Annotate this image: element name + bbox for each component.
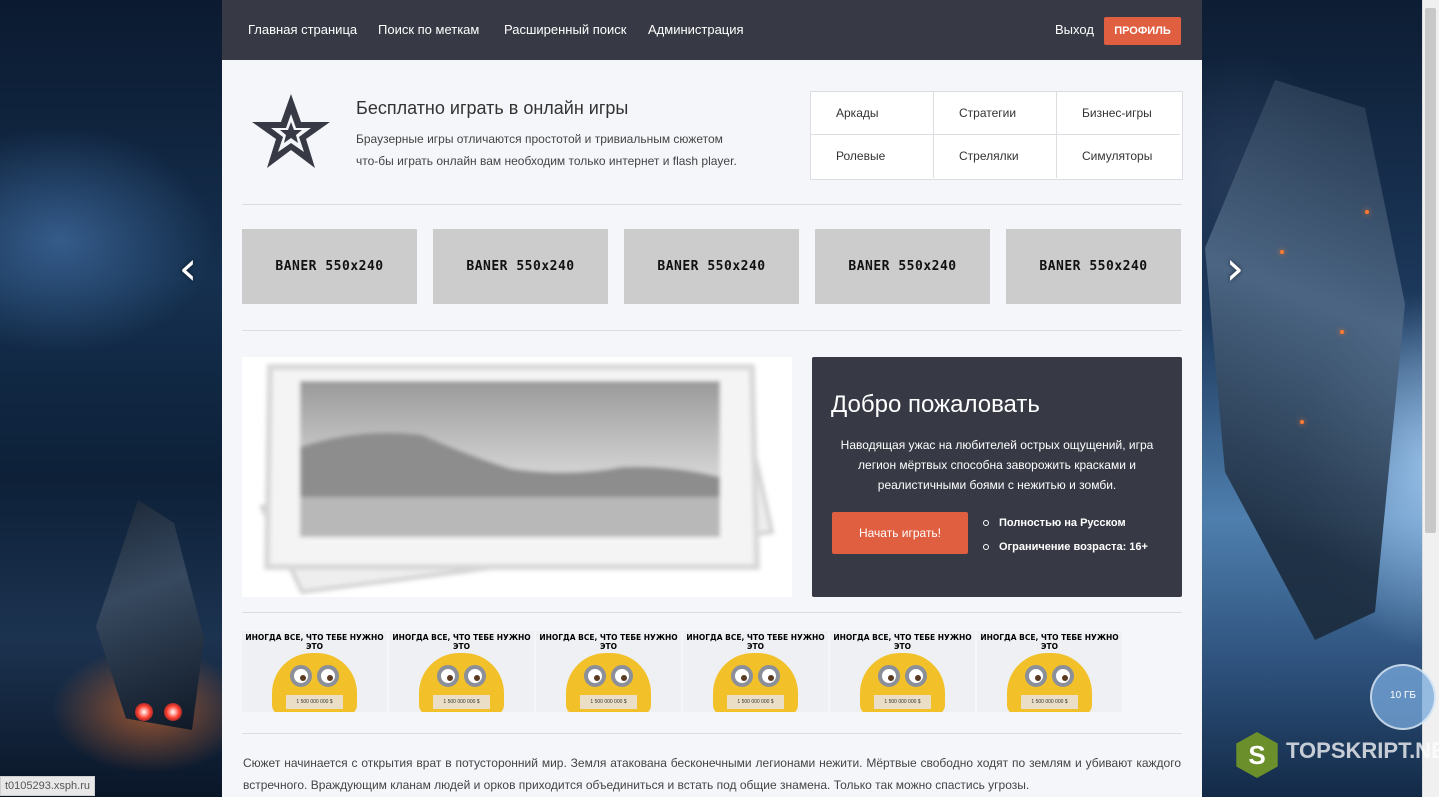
thumbnail[interactable]: ИНОГДА ВСЕ, ЧТО ТЕБЕ НУЖНО ЭТО 1 500 000 … bbox=[977, 631, 1122, 712]
thumbnail-caption: ИНОГДА ВСЕ, ЧТО ТЕБЕ НУЖНО ЭТО bbox=[245, 633, 384, 651]
thumbnail[interactable]: ИНОГДА ВСЕ, ЧТО ТЕБЕ НУЖНО ЭТО 1 500 000 … bbox=[389, 631, 534, 712]
goggle bbox=[731, 665, 753, 687]
minion-icon: 1 500 000 000 $ bbox=[419, 653, 504, 712]
minion-icon: 1 500 000 000 $ bbox=[713, 653, 798, 712]
banner[interactable]: BANER 550x240 bbox=[1006, 229, 1181, 304]
category-rpg[interactable]: Ролевые bbox=[811, 135, 934, 178]
goggle bbox=[878, 665, 900, 687]
welcome-panel: Добро пожаловать Наводящая ужас на любит… bbox=[812, 357, 1182, 597]
engine-glow-icon bbox=[164, 703, 182, 721]
goggle bbox=[758, 665, 780, 687]
feature-item: Полностью на Русском bbox=[980, 511, 1148, 535]
header-description-line: что-бы играть онлайн вам необходим тольк… bbox=[356, 154, 737, 168]
goggle bbox=[1052, 665, 1074, 687]
ship-light bbox=[1340, 330, 1344, 334]
goggle bbox=[290, 665, 312, 687]
thumbnail-caption: ИНОГДА ВСЕ, ЧТО ТЕБЕ НУЖНО ЭТО bbox=[686, 633, 825, 651]
feature-item: Ограничение возраста: 16+ bbox=[980, 535, 1148, 559]
banner[interactable]: BANER 550x240 bbox=[433, 229, 608, 304]
engine-glow-icon bbox=[135, 703, 153, 721]
category-strategy[interactable]: Стратегии bbox=[934, 92, 1057, 135]
header-description-line: Браузерные игры отличаются простотой и т… bbox=[356, 132, 723, 146]
thumbnail-caption: ИНОГДА ВСЕ, ЧТО ТЕБЕ НУЖНО ЭТО bbox=[980, 633, 1119, 651]
thumbnail[interactable]: ИНОГДА ВСЕ, ЧТО ТЕБЕ НУЖНО ЭТО 1 500 000 … bbox=[242, 631, 387, 712]
story-text: Сюжет начинается с открытия врат в потус… bbox=[243, 756, 1181, 792]
category-shooter[interactable]: Стрелялки bbox=[934, 135, 1057, 178]
feature-list: Полностью на Русском Ограничение возраст… bbox=[980, 511, 1148, 559]
category-grid: Аркады Стратегии Бизнес-игры Ролевые Стр… bbox=[810, 91, 1183, 180]
category-business[interactable]: Бизнес-игры bbox=[1057, 92, 1180, 135]
page-container: Главная страница Поиск по меткам Расшире… bbox=[222, 0, 1202, 797]
thumbnail-caption: ИНОГДА ВСЕ, ЧТО ТЕБЕ НУЖНО ЭТО bbox=[392, 633, 531, 651]
goggle bbox=[317, 665, 339, 687]
top-navigation: Главная страница Поиск по меткам Расшире… bbox=[222, 0, 1202, 60]
ship-light bbox=[1280, 250, 1284, 254]
logout-link[interactable]: Выход bbox=[1055, 22, 1094, 37]
banner[interactable]: BANER 550x240 bbox=[815, 229, 990, 304]
nav-item-tag-search[interactable]: Поиск по меткам bbox=[378, 22, 479, 37]
welcome-title: Добро пожаловать bbox=[831, 391, 1040, 418]
status-bar-url: t0105293.xsph.ru bbox=[0, 776, 96, 796]
star-icon bbox=[252, 94, 330, 168]
photo-placeholder-icon bbox=[259, 364, 775, 595]
thumbnail-sign: 1 500 000 000 $ bbox=[433, 695, 490, 709]
thumbnail[interactable]: ИНОГДА ВСЕ, ЧТО ТЕБЕ НУЖНО ЭТО 1 500 000 … bbox=[830, 631, 975, 712]
banner[interactable]: BANER 550x240 bbox=[242, 229, 417, 304]
divider bbox=[242, 733, 1182, 734]
goggle bbox=[611, 665, 633, 687]
goggle bbox=[584, 665, 606, 687]
scrollbar-thumb[interactable] bbox=[1425, 8, 1436, 533]
thumbnail[interactable]: ИНОГДА ВСЕ, ЧТО ТЕБЕ НУЖНО ЭТО 1 500 000 … bbox=[683, 631, 828, 712]
minion-icon: 1 500 000 000 $ bbox=[860, 653, 945, 712]
divider bbox=[242, 330, 1182, 331]
minion-icon: 1 500 000 000 $ bbox=[1007, 653, 1092, 712]
thumbnail-sign: 1 500 000 000 $ bbox=[874, 695, 931, 709]
chevron-left-icon[interactable]: ‹ bbox=[168, 245, 208, 291]
goggle bbox=[437, 665, 459, 687]
thumbnail-caption: ИНОГДА ВСЕ, ЧТО ТЕБЕ НУЖНО ЭТО bbox=[539, 633, 678, 651]
category-simulator[interactable]: Симуляторы bbox=[1057, 135, 1180, 178]
goggle bbox=[464, 665, 486, 687]
thumbnail-sign: 1 500 000 000 $ bbox=[1021, 695, 1078, 709]
thumbnail-sign: 1 500 000 000 $ bbox=[286, 695, 343, 709]
goggle bbox=[1025, 665, 1047, 687]
banner[interactable]: BANER 550x240 bbox=[624, 229, 799, 304]
site-watermark: TOPSKRIPT.NET bbox=[1286, 738, 1439, 763]
ship-light bbox=[1300, 420, 1304, 424]
category-arcade[interactable]: Аркады bbox=[811, 92, 934, 135]
image-placeholder bbox=[242, 357, 792, 597]
nav-item-advanced-search[interactable]: Расширенный поиск bbox=[504, 22, 626, 37]
storage-badge: 10 ГБ bbox=[1370, 664, 1436, 730]
thumbnail[interactable]: ИНОГДА ВСЕ, ЧТО ТЕБЕ НУЖНО ЭТО 1 500 000 … bbox=[536, 631, 681, 712]
thumbnail-sign: 1 500 000 000 $ bbox=[580, 695, 637, 709]
thumbnail-sign: 1 500 000 000 $ bbox=[727, 695, 784, 709]
start-playing-button[interactable]: Начать играть! bbox=[832, 512, 968, 554]
ship-light bbox=[1365, 210, 1369, 214]
chevron-right-icon[interactable]: › bbox=[1215, 245, 1255, 291]
goggle bbox=[905, 665, 927, 687]
nav-item-administration[interactable]: Администрация bbox=[648, 22, 744, 37]
minion-icon: 1 500 000 000 $ bbox=[566, 653, 651, 712]
page-title: Бесплатно играть в онлайн игры bbox=[356, 98, 629, 118]
header-description: Браузерные игры отличаются простотой и т… bbox=[356, 128, 766, 172]
thumbnail-caption: ИНОГДА ВСЕ, ЧТО ТЕБЕ НУЖНО ЭТО bbox=[833, 633, 972, 651]
divider bbox=[242, 612, 1182, 613]
profile-button[interactable]: ПРОФИЛЬ bbox=[1104, 17, 1181, 45]
nav-item-home[interactable]: Главная страница bbox=[248, 22, 357, 37]
divider bbox=[242, 204, 1182, 205]
minion-icon: 1 500 000 000 $ bbox=[272, 653, 357, 712]
welcome-description: Наводящая ужас на любителей острых ощуще… bbox=[840, 438, 1154, 492]
